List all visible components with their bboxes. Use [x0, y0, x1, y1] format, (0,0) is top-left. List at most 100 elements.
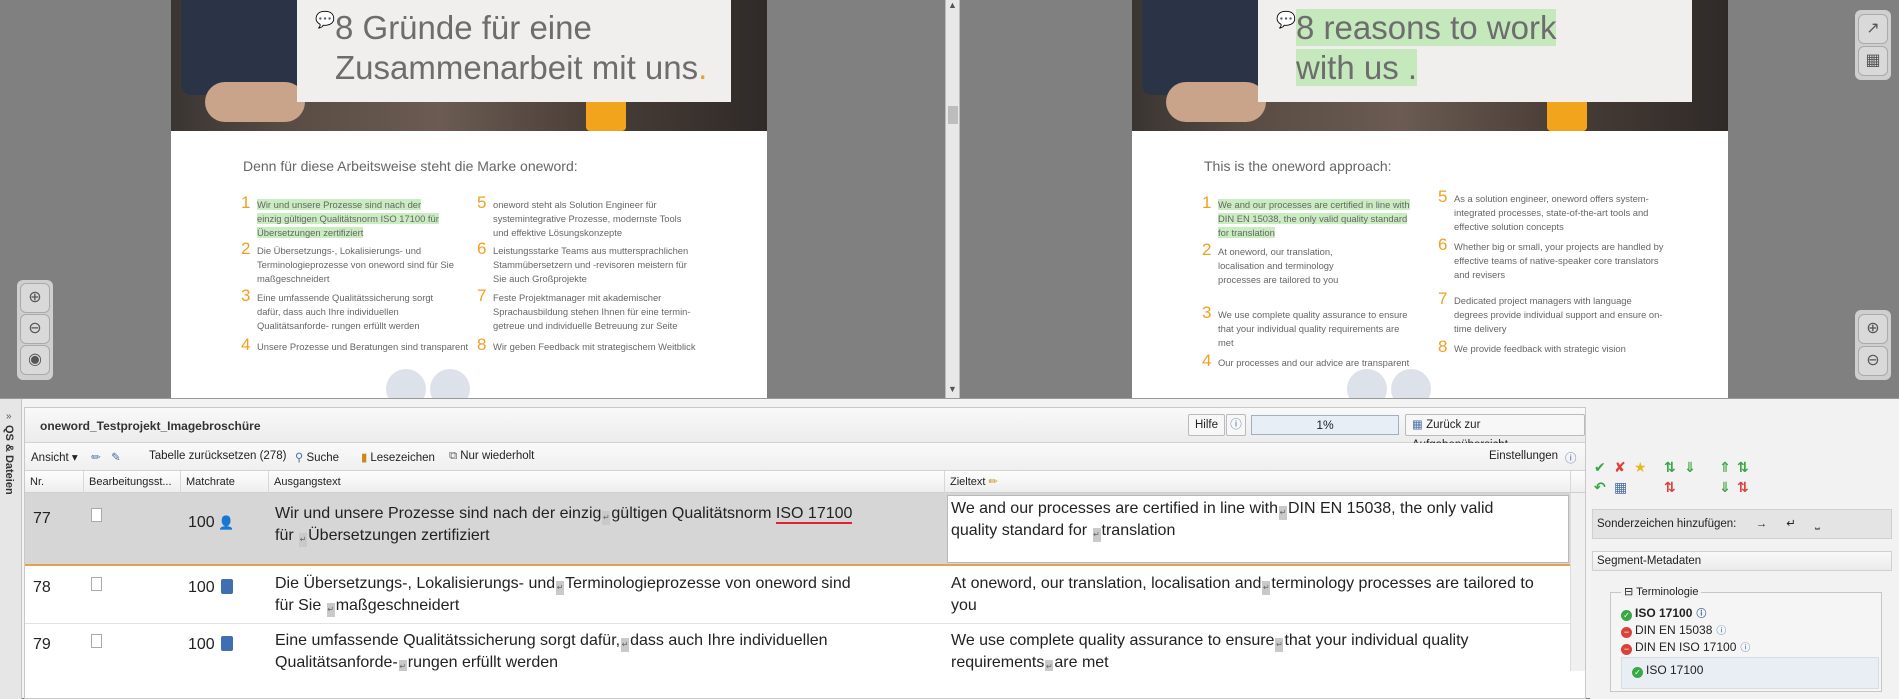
eye-icon[interactable]: ◉ — [20, 345, 50, 375]
target-preview-pane[interactable]: 💬 8 reasons to work with us . This is the… — [960, 0, 1899, 398]
copy-icon: ⧉ — [449, 450, 458, 462]
segment-actions: ✔ ✘ ★ ↶ ▦ ⇅ ⇓ ⇅ ⇑ ⇅ ⇓ ⇅ — [1594, 459, 1749, 501]
prev-icon[interactable]: ⇑ — [1719, 459, 1731, 476]
source-text: Die Übersetzungs-, Lokalisierungs- und ↵ T… — [275, 573, 940, 617]
table-layout-icon[interactable]: ▦ — [1858, 46, 1888, 76]
confirm-prev-icon[interactable]: ⇅ — [1737, 459, 1749, 476]
page-subtitle: This is the oneword approach: — [1204, 158, 1392, 174]
help-button[interactable]: Hilfe — [1188, 414, 1226, 436]
cancel-next-icon[interactable]: ⇅ — [1664, 479, 1676, 496]
segment-number: 77 — [33, 510, 51, 527]
tm-icon — [221, 636, 233, 651]
list-item: 2 Die Übersetzungs-, Lokalisierungs- und … — [241, 239, 454, 284]
progress-bar: 1% — [1251, 415, 1399, 435]
cancel-icon[interactable]: ✘ — [1614, 459, 1626, 476]
table-row[interactable]: 78 100 Die Übersetzungs-, Lokalisierungs… — [25, 568, 1571, 624]
title-box: 💬 8 Gründe für eine Zusammenarbeit mit un… — [297, 0, 731, 102]
col-status[interactable]: Bearbeitungsst... — [84, 471, 181, 493]
repeated-only-button[interactable]: ⧉ Nur wiederholt — [449, 450, 534, 463]
term-item[interactable]: ✓ ISO 17100 ⓘ — [1621, 605, 1706, 623]
right-panel: ✔ ✘ ★ ↶ ▦ ⇅ ⇓ ⇅ ⇑ ⇅ ⇓ ⇅ Sonderzeichen hi… — [1590, 399, 1899, 699]
col-source[interactable]: Ausgangstext — [269, 471, 945, 493]
expand-icon[interactable]: » — [6, 411, 12, 422]
list-item: 1 Wir und unsere Prozesse sind nach der e… — [241, 193, 439, 238]
undo-icon[interactable]: ↶ — [1594, 479, 1606, 496]
segment-metadata-header[interactable]: Segment-Metadaten — [1592, 551, 1892, 571]
source-text: Eine umfassende Qualitätssicherung sorgt… — [275, 630, 940, 671]
comment-icon[interactable]: 💬 — [315, 10, 335, 30]
back-to-tasks-button[interactable]: ▦ Zurück zur Aufgabenübersicht — [1405, 414, 1585, 451]
info-icon[interactable]: ⓘ — [1226, 414, 1246, 436]
confirm-next-icon[interactable]: ⇅ — [1664, 459, 1676, 476]
document-icon — [91, 508, 102, 522]
table-row[interactable]: 77 100 👤 Wir und unsere Prozesse sind na… — [25, 493, 1571, 566]
forbidden-icon: − — [1621, 644, 1632, 655]
source-preview-pane[interactable]: 💬 8 Gründe für eine Zusammenarbeit mit un… — [0, 0, 952, 398]
info-icon: ⓘ — [1696, 609, 1707, 620]
forbidden-icon: − — [1621, 627, 1632, 638]
zoom-out-icon[interactable]: ⊖ — [1858, 346, 1888, 376]
list-item: 3 Eine umfassende Qualitätssicherung sorg… — [241, 286, 434, 331]
approved-icon: ✓ — [1621, 610, 1632, 621]
space-char-button[interactable]: ⎵ — [1815, 510, 1820, 538]
list-item: 6 Whether big or small, your projects are… — [1438, 235, 1664, 280]
col-target[interactable]: Zieltext ✏ — [945, 471, 1571, 493]
bookmark-icon: ▮ — [361, 452, 368, 464]
grid-toolbar: Ansicht ▾ ✏ ✎ Tabelle zurücksetzen (278)… — [25, 443, 1585, 471]
col-nr[interactable]: Nr. — [25, 471, 84, 493]
list-item: 1 We and our processes are certified in l… — [1202, 193, 1410, 238]
segment-grid: oneword_Testprojekt_Imagebroschüre Hilfe… — [24, 407, 1586, 699]
list-item: 7 Dedicated project managers with languag… — [1438, 289, 1663, 334]
star-icon[interactable]: ★ — [1634, 459, 1647, 476]
list-item: 3 We use complete quality assurance to en… — [1202, 303, 1408, 348]
bookmarks-button[interactable]: ▮ Lesezeichen — [361, 450, 435, 464]
cancel-prev-icon[interactable]: ⇅ — [1737, 479, 1749, 496]
term-item[interactable]: − DIN EN ISO 17100 ⓘ — [1621, 639, 1750, 657]
grid-scrollbar[interactable] — [1570, 493, 1585, 671]
segment-rows: 77 100 👤 Wir und unsere Prozesse sind na… — [25, 493, 1585, 671]
preview-scrollbar[interactable]: ▲ ▼ — [945, 0, 960, 398]
help-icon[interactable]: ⓘ — [1565, 450, 1577, 466]
filter-icon[interactable]: ✏ — [91, 450, 104, 464]
target-text[interactable]: We use complete quality assurance to ens… — [951, 630, 1569, 671]
info-icon: ⓘ — [1716, 626, 1727, 637]
search-button[interactable]: ⚲ Suche — [295, 450, 339, 464]
next-icon[interactable]: ⇓ — [1684, 459, 1696, 476]
reset-table-button[interactable]: Tabelle zurücksetzen (278) — [149, 450, 286, 462]
table-row[interactable]: 79 100 Eine umfassende Qualitätssicherun… — [25, 625, 1571, 671]
confirm-icon[interactable]: ✔ — [1594, 459, 1606, 476]
list-item: 5 oneword steht als Solution Engineer für… — [477, 193, 682, 238]
down-icon[interactable]: ⇓ — [1719, 479, 1731, 496]
zoom-out-icon[interactable]: ⊖ — [20, 314, 50, 344]
title-line2: Zusammenarbeit mit uns — [335, 49, 699, 86]
newline-char-button[interactable]: ↵ — [1786, 510, 1796, 538]
target-terms: ✓ ISO 17100 — [1621, 657, 1879, 689]
view-menu[interactable]: Ansicht ▾ — [31, 450, 78, 464]
special-chars-bar: Sonderzeichen hinzufügen: → ↵ ⎵ — [1592, 509, 1892, 539]
target-text-editor[interactable]: We and our processes are certified in li… — [947, 495, 1569, 563]
qa-files-tab[interactable]: » QS & Dateien — [0, 399, 22, 699]
list-item: 8 Wir geben Feedback mit strategischem We… — [477, 335, 696, 354]
term-item[interactable]: − DIN EN 15038 ⓘ — [1621, 622, 1726, 640]
export-icon[interactable]: ↗ — [1858, 14, 1888, 44]
comment-icon[interactable]: 💬 — [1276, 10, 1296, 30]
zoom-in-icon[interactable]: ⊕ — [1858, 314, 1888, 344]
arrow-char-button[interactable]: → — [1756, 510, 1768, 538]
person-icon: 👤 — [218, 515, 235, 530]
title-line2: with us . — [1296, 49, 1418, 86]
approved-icon: ✓ — [1632, 667, 1643, 678]
document-icon — [91, 634, 102, 648]
clear-filter-icon[interactable]: ✎ — [111, 450, 124, 464]
tm-icon — [221, 579, 233, 594]
terminology-label[interactable]: ⊟ Terminologie — [1621, 585, 1702, 598]
target-text[interactable]: At oneword, our translation, localisatio… — [951, 573, 1569, 617]
project-name: oneword_Testprojekt_Imagebroschüre — [40, 419, 261, 433]
zoom-in-icon[interactable]: ⊕ — [20, 283, 50, 313]
match-rate: 100 — [188, 636, 215, 653]
settings-button[interactable]: Einstellungen — [1489, 450, 1558, 462]
term-item[interactable]: ✓ ISO 17100 — [1632, 662, 1703, 678]
save-icon[interactable]: ▦ — [1614, 479, 1627, 496]
col-matchrate[interactable]: Matchrate — [181, 471, 269, 493]
search-icon: ⚲ — [295, 452, 304, 464]
list-item: 5 As a solution engineer, oneword offers … — [1438, 187, 1649, 232]
